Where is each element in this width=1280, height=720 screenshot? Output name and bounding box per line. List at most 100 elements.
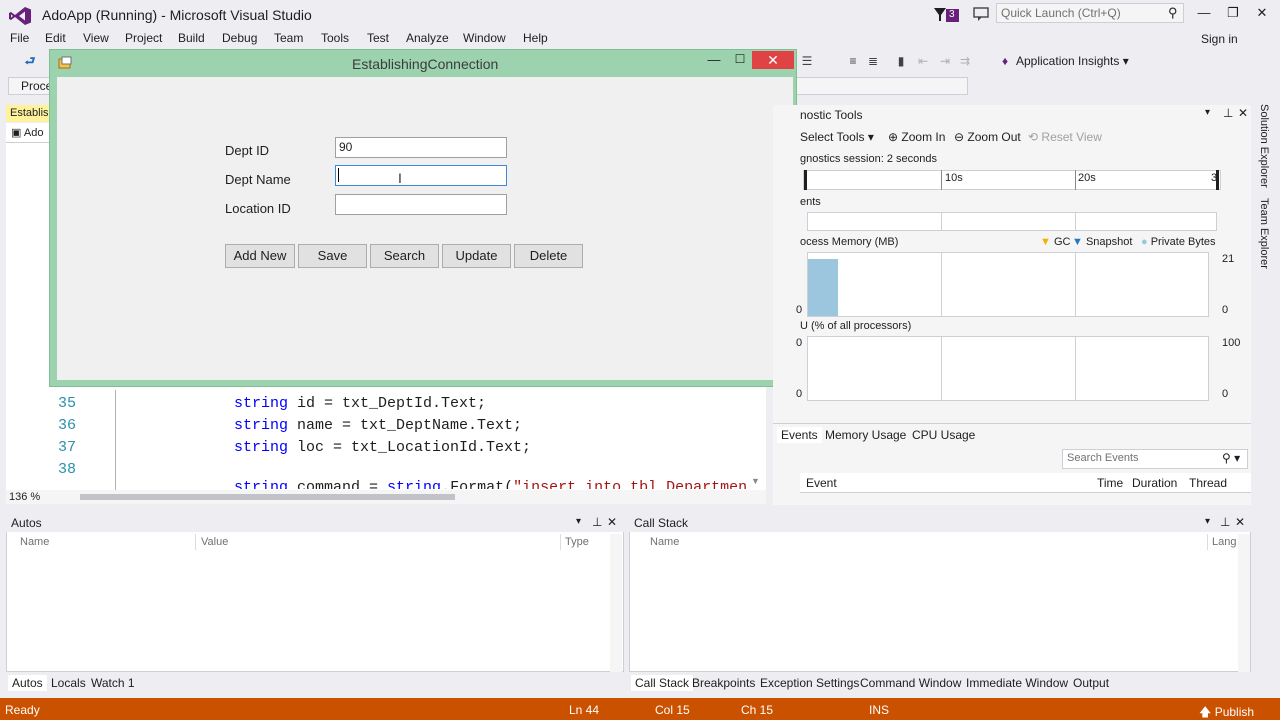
reset-view-button[interactable]: ⟲ Reset View (1028, 130, 1102, 144)
delete-button[interactable]: Delete (514, 244, 583, 268)
tab-output[interactable]: Output (1069, 675, 1113, 691)
project-dropdown[interactable]: ▣ Ado (11, 126, 43, 139)
bookmark-icon[interactable]: ▮ (894, 54, 908, 68)
location-id-input[interactable] (335, 194, 507, 215)
pin-icon[interactable]: ⊥ (592, 515, 602, 529)
timeline-start-marker[interactable] (804, 170, 807, 190)
horizontal-scroll-thumb[interactable] (80, 494, 455, 500)
timeline-ruler[interactable] (803, 170, 1221, 190)
add-new-button[interactable]: Add New (225, 244, 295, 268)
column-language[interactable]: Lang (1212, 536, 1236, 548)
column-name[interactable]: Name (650, 536, 679, 548)
application-insights-icon[interactable]: ♦ (998, 54, 1012, 68)
grid-line (941, 252, 942, 317)
select-tools-dropdown[interactable]: Select Tools ▾ (800, 130, 874, 144)
chevron-down-icon[interactable]: ▾ (1205, 516, 1210, 527)
column-type[interactable]: Type (565, 536, 589, 548)
menu-project[interactable]: Project (125, 31, 162, 45)
menu-build[interactable]: Build (178, 31, 205, 45)
pin-icon[interactable]: ⊥ (1220, 515, 1230, 529)
menu-analyze[interactable]: Analyze (406, 31, 449, 45)
prev-bookmark-icon[interactable]: ⇤ (916, 54, 930, 68)
menu-help[interactable]: Help (523, 31, 548, 45)
column-name[interactable]: Name (20, 536, 49, 548)
panel-close-icon[interactable]: ✕ (607, 515, 617, 529)
status-insert-mode[interactable]: INS (869, 703, 889, 717)
tab-command-window[interactable]: Command Window (856, 675, 965, 691)
notifications-icon[interactable]: 3 (933, 6, 961, 24)
form-maximize-icon[interactable]: ☐ (732, 52, 748, 68)
application-insights-button[interactable]: Application Insights ▾ (1016, 54, 1129, 68)
quick-launch-input[interactable]: Quick Launch (Ctrl+Q) (996, 3, 1184, 23)
tab-immediate-window[interactable]: Immediate Window (962, 675, 1072, 691)
zoom-level-dropdown[interactable]: 136 % (9, 491, 40, 503)
zoom-out-button[interactable]: ⊖ Zoom Out (954, 130, 1021, 144)
tab-cpu-usage[interactable]: CPU Usage (912, 428, 975, 442)
column-separator[interactable] (195, 534, 196, 550)
restore-icon[interactable]: ❐ (1222, 5, 1244, 23)
tab-breakpoints[interactable]: Breakpoints (688, 675, 759, 691)
tab-events[interactable]: Events (777, 427, 822, 443)
toolbar-format-icon[interactable]: ☰ (800, 54, 814, 68)
update-button[interactable]: Update (442, 244, 511, 268)
legend-private-bytes: ● Private Bytes (1141, 236, 1216, 248)
scroll-down-icon[interactable]: ▼ (751, 476, 760, 486)
menu-edit[interactable]: Edit (45, 31, 66, 45)
form-minimize-icon[interactable]: — (706, 52, 722, 68)
tab-memory-usage[interactable]: Memory Usage (825, 428, 906, 442)
tab-call-stack[interactable]: Call Stack (631, 675, 694, 691)
clear-bookmarks-icon[interactable]: ⇉ (958, 54, 972, 68)
column-time[interactable]: Time (1097, 476, 1123, 490)
menu-team[interactable]: Team (274, 31, 303, 45)
dept-name-input[interactable] (335, 165, 507, 186)
menu-view[interactable]: View (83, 31, 109, 45)
vertical-scrollbar[interactable] (1238, 534, 1250, 672)
menu-window[interactable]: Window (463, 31, 506, 45)
dept-id-input[interactable]: 90 (335, 137, 507, 158)
column-separator[interactable] (560, 534, 561, 550)
indent-icon[interactable]: ≡ (846, 54, 860, 68)
form-close-button[interactable]: ✕ (752, 51, 794, 69)
tab-watch-1[interactable]: Watch 1 (87, 675, 139, 691)
search-events-input[interactable]: Search Events (1062, 449, 1248, 469)
chevron-down-icon[interactable]: ▾ (576, 516, 581, 527)
column-duration[interactable]: Duration (1132, 476, 1177, 490)
search-icon[interactable]: ⚲ ▾ (1222, 451, 1240, 465)
column-event[interactable]: Event (806, 476, 837, 490)
panel-close-icon[interactable]: ✕ (1238, 106, 1248, 120)
column-thread[interactable]: Thread (1189, 476, 1227, 490)
solution-explorer-tab[interactable]: Solution Explorer (1258, 104, 1270, 188)
back-icon[interactable]: ⮐ (23, 54, 37, 68)
vertical-scrollbar[interactable] (610, 534, 622, 672)
save-button[interactable]: Save (298, 244, 367, 268)
memory-chart[interactable] (807, 252, 1209, 317)
menu-tools[interactable]: Tools (321, 31, 349, 45)
reset-view-label: Reset View (1041, 130, 1102, 144)
call-stack-title: Call Stack (634, 516, 689, 530)
panel-dropdown-icon[interactable]: ▾ (1205, 107, 1210, 118)
cpu-chart[interactable] (807, 336, 1209, 401)
menu-test[interactable]: Test (367, 31, 389, 45)
search-button[interactable]: Search (370, 244, 439, 268)
zoom-in-button[interactable]: ⊕ Zoom In (888, 130, 945, 144)
pin-icon[interactable]: ⊥ (1223, 106, 1233, 120)
minimize-icon[interactable]: — (1193, 5, 1215, 23)
publish-button[interactable]: 🡅 Publish (1199, 703, 1254, 720)
tab-autos[interactable]: Autos (8, 675, 47, 691)
column-value[interactable]: Value (201, 536, 228, 548)
next-bookmark-icon[interactable]: ⇥ (938, 54, 952, 68)
menu-file[interactable]: File (10, 31, 29, 45)
events-track[interactable] (807, 212, 1217, 231)
diagnostics-tab-strip: Events Memory Usage CPU Usage (773, 423, 1251, 445)
tab-locals[interactable]: Locals (47, 675, 90, 691)
outdent-icon[interactable]: ≣ (866, 54, 880, 68)
panel-close-icon[interactable]: ✕ (1235, 515, 1245, 529)
column-separator[interactable] (1207, 534, 1208, 550)
close-icon[interactable]: ✕ (1251, 5, 1273, 23)
search-icon[interactable]: ⚲ (1168, 5, 1178, 21)
tab-exception-settings[interactable]: Exception Settings (756, 675, 863, 691)
sign-in-link[interactable]: Sign in (1201, 32, 1238, 46)
menu-debug[interactable]: Debug (222, 31, 257, 45)
feedback-icon[interactable] (972, 6, 990, 22)
team-explorer-tab[interactable]: Team Explorer (1258, 198, 1270, 269)
